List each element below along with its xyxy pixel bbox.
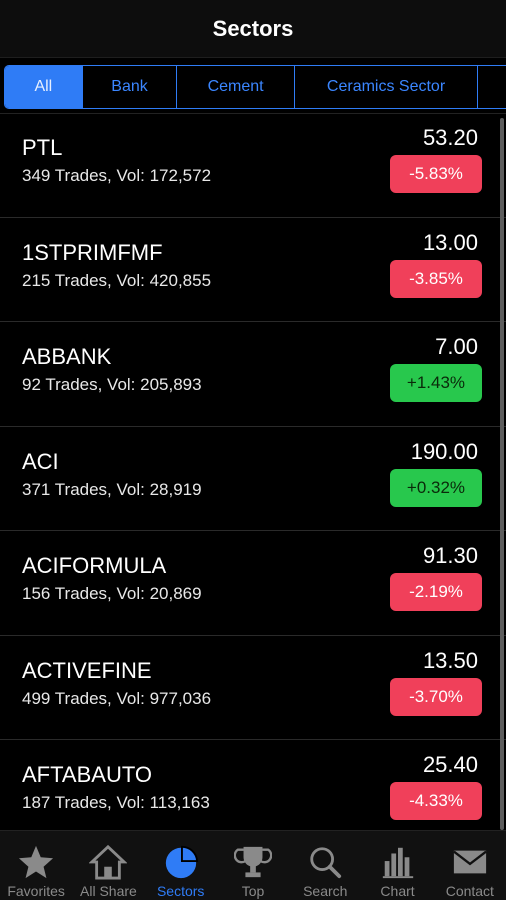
change-badge: -3.70% <box>390 677 482 716</box>
bar-chart-icon <box>378 843 418 881</box>
change-badge: +0.32% <box>390 468 482 507</box>
stock-trades-volume: 187 Trades, Vol: 113,163 <box>22 793 210 812</box>
change-badge: -5.83% <box>390 155 482 193</box>
tab-top[interactable]: Top <box>217 831 289 900</box>
list-item[interactable]: PTL 349 Trades, Vol: 172,572 53.20 -5.83… <box>0 113 506 218</box>
pie-chart-icon <box>161 843 201 881</box>
home-icon <box>88 843 128 881</box>
list-item[interactable]: ABBANK 92 Trades, Vol: 205,893 7.00 +1.4… <box>0 322 506 427</box>
segment-all[interactable]: All <box>5 66 83 108</box>
list-item[interactable]: ACIFORMULA 156 Trades, Vol: 20,869 91.30… <box>0 531 506 636</box>
stock-trades-volume: 371 Trades, Vol: 28,919 <box>22 479 202 499</box>
stock-symbol: ACTIVEFINE <box>22 657 152 683</box>
list-item[interactable]: AFTABAUTO 187 Trades, Vol: 113,163 25.40… <box>0 740 506 830</box>
segment-bank[interactable]: Bank <box>82 66 178 108</box>
stock-symbol: ACIFORMULA <box>22 553 167 578</box>
tab-label: Search <box>303 883 348 899</box>
tab-contact[interactable]: Contact <box>434 831 506 900</box>
stock-price: 53.20 <box>422 125 478 150</box>
segment-bar: All Bank Cement Ceramics Sector <box>0 58 506 114</box>
change-badge: -4.33% <box>390 782 482 820</box>
list-item[interactable]: ACTIVEFINE 499 Trades, Vol: 977,036 13.5… <box>0 636 506 740</box>
stock-symbol: ACI <box>22 448 59 474</box>
segment-cement[interactable]: Cement <box>177 66 295 108</box>
trophy-icon <box>233 843 273 881</box>
list-item[interactable]: ACI 371 Trades, Vol: 28,919 190.00 +0.32… <box>0 427 506 531</box>
stock-price: 91.30 <box>422 543 478 568</box>
stock-trades-volume: 92 Trades, Vol: 205,893 <box>22 375 202 394</box>
tab-search[interactable]: Search <box>289 831 361 900</box>
change-badge: -3.85% <box>390 259 482 298</box>
page-title: Sectors <box>212 15 294 41</box>
nav-bar: Sectors <box>0 0 506 58</box>
tab-label: Chart <box>380 883 415 899</box>
list-item[interactable]: 1STPRIMFMF 215 Trades, Vol: 420,855 13.0… <box>0 218 506 322</box>
tab-all-share[interactable]: All Share <box>72 831 144 900</box>
stock-symbol: PTL <box>22 135 63 160</box>
stock-symbol: AFTABAUTO <box>22 762 152 787</box>
stock-trades-volume: 215 Trades, Vol: 420,855 <box>22 270 212 290</box>
segment-ceramics-sector[interactable]: Ceramics Sector <box>294 66 479 108</box>
sector-segmented-control: All Bank Cement Ceramics Sector <box>4 65 506 109</box>
app-root: Sectors All Bank Cement Ceramics Sector … <box>0 0 506 900</box>
stock-symbol: 1STPRIMFMF <box>22 239 163 265</box>
stock-price: 7.00 <box>435 334 478 359</box>
search-icon <box>305 843 345 881</box>
star-icon <box>16 843 56 881</box>
stock-price: 13.50 <box>422 647 478 673</box>
scrollbar[interactable] <box>500 118 504 830</box>
stock-price: 25.40 <box>422 752 478 777</box>
tab-chart[interactable]: Chart <box>361 831 433 900</box>
stock-trades-volume: 499 Trades, Vol: 977,036 <box>22 688 212 708</box>
stock-trades-volume: 156 Trades, Vol: 20,869 <box>22 584 202 603</box>
stock-list[interactable]: PTL 349 Trades, Vol: 172,572 53.20 -5.83… <box>0 113 506 830</box>
tab-label: All Share <box>80 883 137 899</box>
stock-price: 13.00 <box>422 229 478 255</box>
change-badge: -2.19% <box>390 573 482 611</box>
tab-label: Contact <box>445 883 494 899</box>
stock-symbol: ABBANK <box>22 344 112 369</box>
tab-label: Favorites <box>7 883 65 899</box>
tab-label: Top <box>241 883 265 899</box>
change-badge: +1.43% <box>390 364 482 402</box>
tab-sectors[interactable]: Sectors <box>145 831 217 900</box>
stock-trades-volume: 349 Trades, Vol: 172,572 <box>22 166 212 185</box>
mail-icon <box>450 843 490 881</box>
segment-next[interactable] <box>478 66 506 108</box>
tab-bar: Favorites All Share Sectors Top Search C… <box>0 830 506 900</box>
stock-price: 190.00 <box>410 438 478 464</box>
tab-favorites[interactable]: Favorites <box>0 831 72 900</box>
tab-label: Sectors <box>156 883 205 899</box>
